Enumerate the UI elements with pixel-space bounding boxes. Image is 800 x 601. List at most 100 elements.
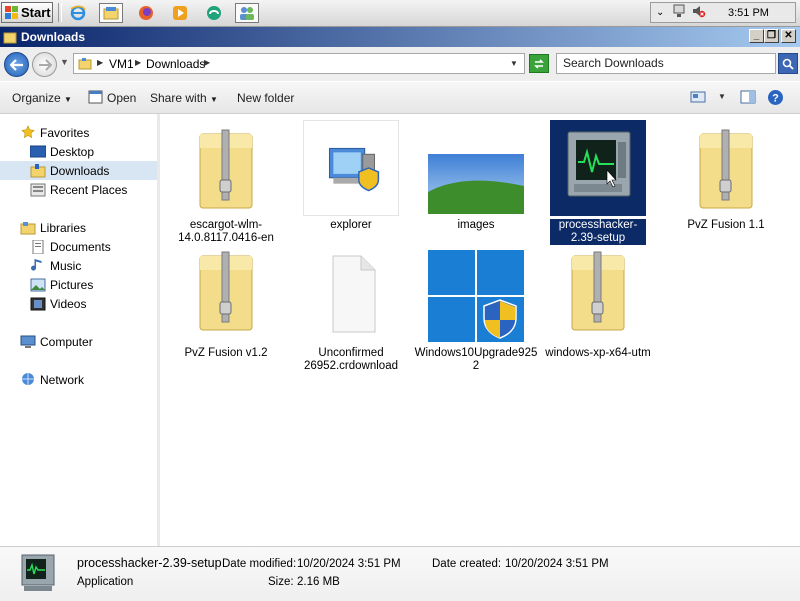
videos-icon <box>30 297 46 311</box>
file-name: escargot-wlm-14.0.8117.0416-en <box>178 219 274 244</box>
details-date-modified-label: Date modified: <box>222 558 297 570</box>
address-arrow-icon[interactable]: ▶ <box>204 58 210 67</box>
nav-label: Documents <box>50 240 111 254</box>
file-item[interactable]: PvZ Fusion 1.1 <box>663 120 789 250</box>
users-icon[interactable] <box>235 3 259 23</box>
nav-label: Music <box>50 259 82 273</box>
file-item[interactable]: windows-xp-x64-utm <box>535 248 661 378</box>
tray-chevron-icon[interactable]: ⌄ <box>656 7 664 18</box>
share-with-button[interactable]: Share with ▼ <box>150 91 218 105</box>
details-app-icon <box>18 553 62 596</box>
details-date-modified: 10/20/2024 3:51 PM <box>297 558 401 570</box>
explorer-app-icon <box>303 120 399 216</box>
file-name: Windows10Upgrade9252 <box>414 347 538 372</box>
restore-button[interactable]: ❐ <box>764 29 779 43</box>
computer-icon <box>20 335 36 348</box>
details-date-created: 10/20/2024 3:51 PM <box>505 558 609 570</box>
nav-label: Videos <box>50 297 87 311</box>
window-title-bar[interactable]: Downloads _ ❐ ✕ <box>0 27 800 47</box>
address-bar[interactable]: ▶ VM1 ▶ Downloads ▶ ▼ <box>73 53 525 74</box>
file-item[interactable]: PvZ Fusion v1.2 <box>163 248 289 378</box>
file-name: images <box>457 219 495 231</box>
details-pane: processhacker-2.39-setup Application Dat… <box>0 546 800 601</box>
address-segment-vm1[interactable]: VM1 <box>109 57 134 71</box>
network-icon <box>22 373 34 385</box>
back-button[interactable] <box>4 52 29 77</box>
file-name: explorer <box>330 219 372 231</box>
search-input[interactable]: Search Downloads <box>556 53 776 74</box>
file-name: windows-xp-x64-utm <box>545 347 651 359</box>
forward-button[interactable] <box>32 52 57 77</box>
volume-muted-icon[interactable] <box>692 4 706 21</box>
firefox-icon[interactable] <box>134 3 158 23</box>
organize-label: Organize <box>12 91 61 105</box>
details-size: 2.16 MB <box>297 576 340 588</box>
nav-recent-places[interactable]: Recent Places <box>0 180 157 199</box>
address-row: ▼ ▶ VM1 ▶ Downloads ▶ ▼ Search Downloads <box>0 47 800 81</box>
nav-downloads[interactable]: Downloads <box>0 161 157 180</box>
network-tray-icon[interactable] <box>672 4 686 21</box>
refresh-button[interactable] <box>529 54 549 73</box>
recent-places-icon <box>30 183 46 197</box>
nav-pictures[interactable]: Pictures <box>0 275 157 294</box>
nav-label: Recent Places <box>50 183 128 197</box>
blank-file-icon <box>303 248 399 344</box>
desktop-icon <box>30 145 46 158</box>
address-arrow-icon[interactable]: ▶ <box>97 58 103 67</box>
nav-label: Libraries <box>40 221 87 235</box>
file-list: escargot-wlm-14.0.8117.0416-en explorer … <box>160 114 800 546</box>
svg-text:?: ? <box>772 93 779 105</box>
edge-icon[interactable] <box>202 3 226 23</box>
recent-pages-chevron-icon[interactable]: ▼ <box>60 57 69 67</box>
nav-label: Network <box>40 373 85 387</box>
address-segment-downloads[interactable]: Downloads <box>146 57 205 71</box>
nav-label: Desktop <box>50 145 95 159</box>
file-name: Unconfirmed 26952.crdownload <box>304 347 398 372</box>
help-icon[interactable]: ? <box>767 89 784 109</box>
start-button[interactable]: Start <box>1 2 53 23</box>
organize-button[interactable]: Organize ▼ <box>12 91 72 105</box>
nav-network[interactable]: Network <box>0 370 157 389</box>
details-file-name: processhacker-2.39-setup <box>77 556 222 570</box>
address-arrow-icon[interactable]: ▶ <box>135 58 141 67</box>
new-folder-button[interactable]: New folder <box>237 91 294 105</box>
nav-documents[interactable]: Documents <box>0 237 157 256</box>
file-item[interactable]: escargot-wlm-14.0.8117.0416-en <box>163 120 289 250</box>
nav-favorites[interactable]: Favorites <box>0 123 157 142</box>
music-note-icon <box>31 259 42 271</box>
nav-label: Downloads <box>50 164 110 178</box>
search-icon[interactable] <box>778 53 798 74</box>
view-chevron-down-icon[interactable]: ▼ <box>718 92 726 101</box>
file-item[interactable]: images <box>413 120 539 250</box>
minimize-button[interactable]: _ <box>749 29 764 43</box>
details-file-type: Application <box>77 576 134 588</box>
file-item[interactable]: Unconfirmed 26952.crdownload <box>288 248 414 378</box>
chevron-down-icon: ▼ <box>64 95 72 104</box>
zip-folder-icon <box>178 120 274 216</box>
nav-music[interactable]: Music <box>0 256 157 275</box>
nav-videos[interactable]: Videos <box>0 294 157 313</box>
ie-icon[interactable] <box>66 3 90 23</box>
chevron-down-icon: ▼ <box>210 95 218 104</box>
file-name: processhacker-2.39-setup <box>550 219 646 245</box>
explorer-icon[interactable] <box>99 3 123 23</box>
documents-icon <box>32 240 44 254</box>
file-item[interactable]: explorer <box>288 120 414 250</box>
nav-computer[interactable]: Computer <box>0 332 157 351</box>
nav-label: Favorites <box>40 126 90 140</box>
start-label: Start <box>21 5 51 20</box>
file-item-selected[interactable]: processhacker-2.39-setup <box>535 120 661 250</box>
clock[interactable]: 3:51 PM <box>728 7 769 19</box>
media-player-icon[interactable] <box>168 3 192 23</box>
view-options-icon[interactable] <box>690 90 706 107</box>
open-button[interactable]: Open <box>107 91 136 105</box>
windows-installer-icon <box>428 248 524 344</box>
file-item[interactable]: Windows10Upgrade9252 <box>413 248 539 378</box>
nav-libraries[interactable]: Libraries <box>0 218 157 237</box>
nav-desktop[interactable]: Desktop <box>0 142 157 161</box>
close-button[interactable]: ✕ <box>781 29 796 43</box>
preview-pane-icon[interactable] <box>740 90 756 107</box>
address-dropdown-icon[interactable]: ▼ <box>510 59 518 68</box>
pictures-icon <box>30 278 46 292</box>
system-tray: ⌄ <box>650 2 796 23</box>
